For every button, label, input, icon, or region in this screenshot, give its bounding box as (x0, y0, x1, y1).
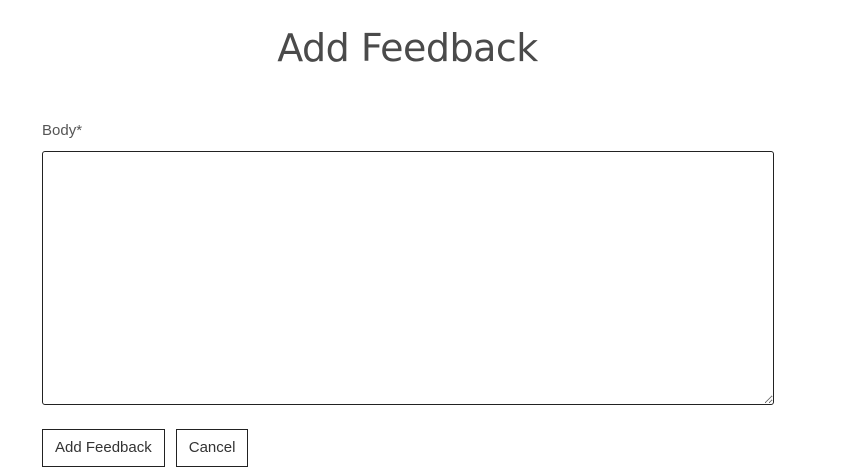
cancel-button[interactable]: Cancel (175, 429, 249, 467)
form-actions: Add Feedback Cancel (42, 429, 249, 467)
body-textarea[interactable] (42, 151, 774, 405)
body-label: Body* (42, 122, 83, 139)
page-title: Add Feedback (277, 26, 538, 70)
feedback-form: Body* (42, 121, 774, 405)
add-feedback-button[interactable]: Add Feedback (42, 429, 165, 467)
